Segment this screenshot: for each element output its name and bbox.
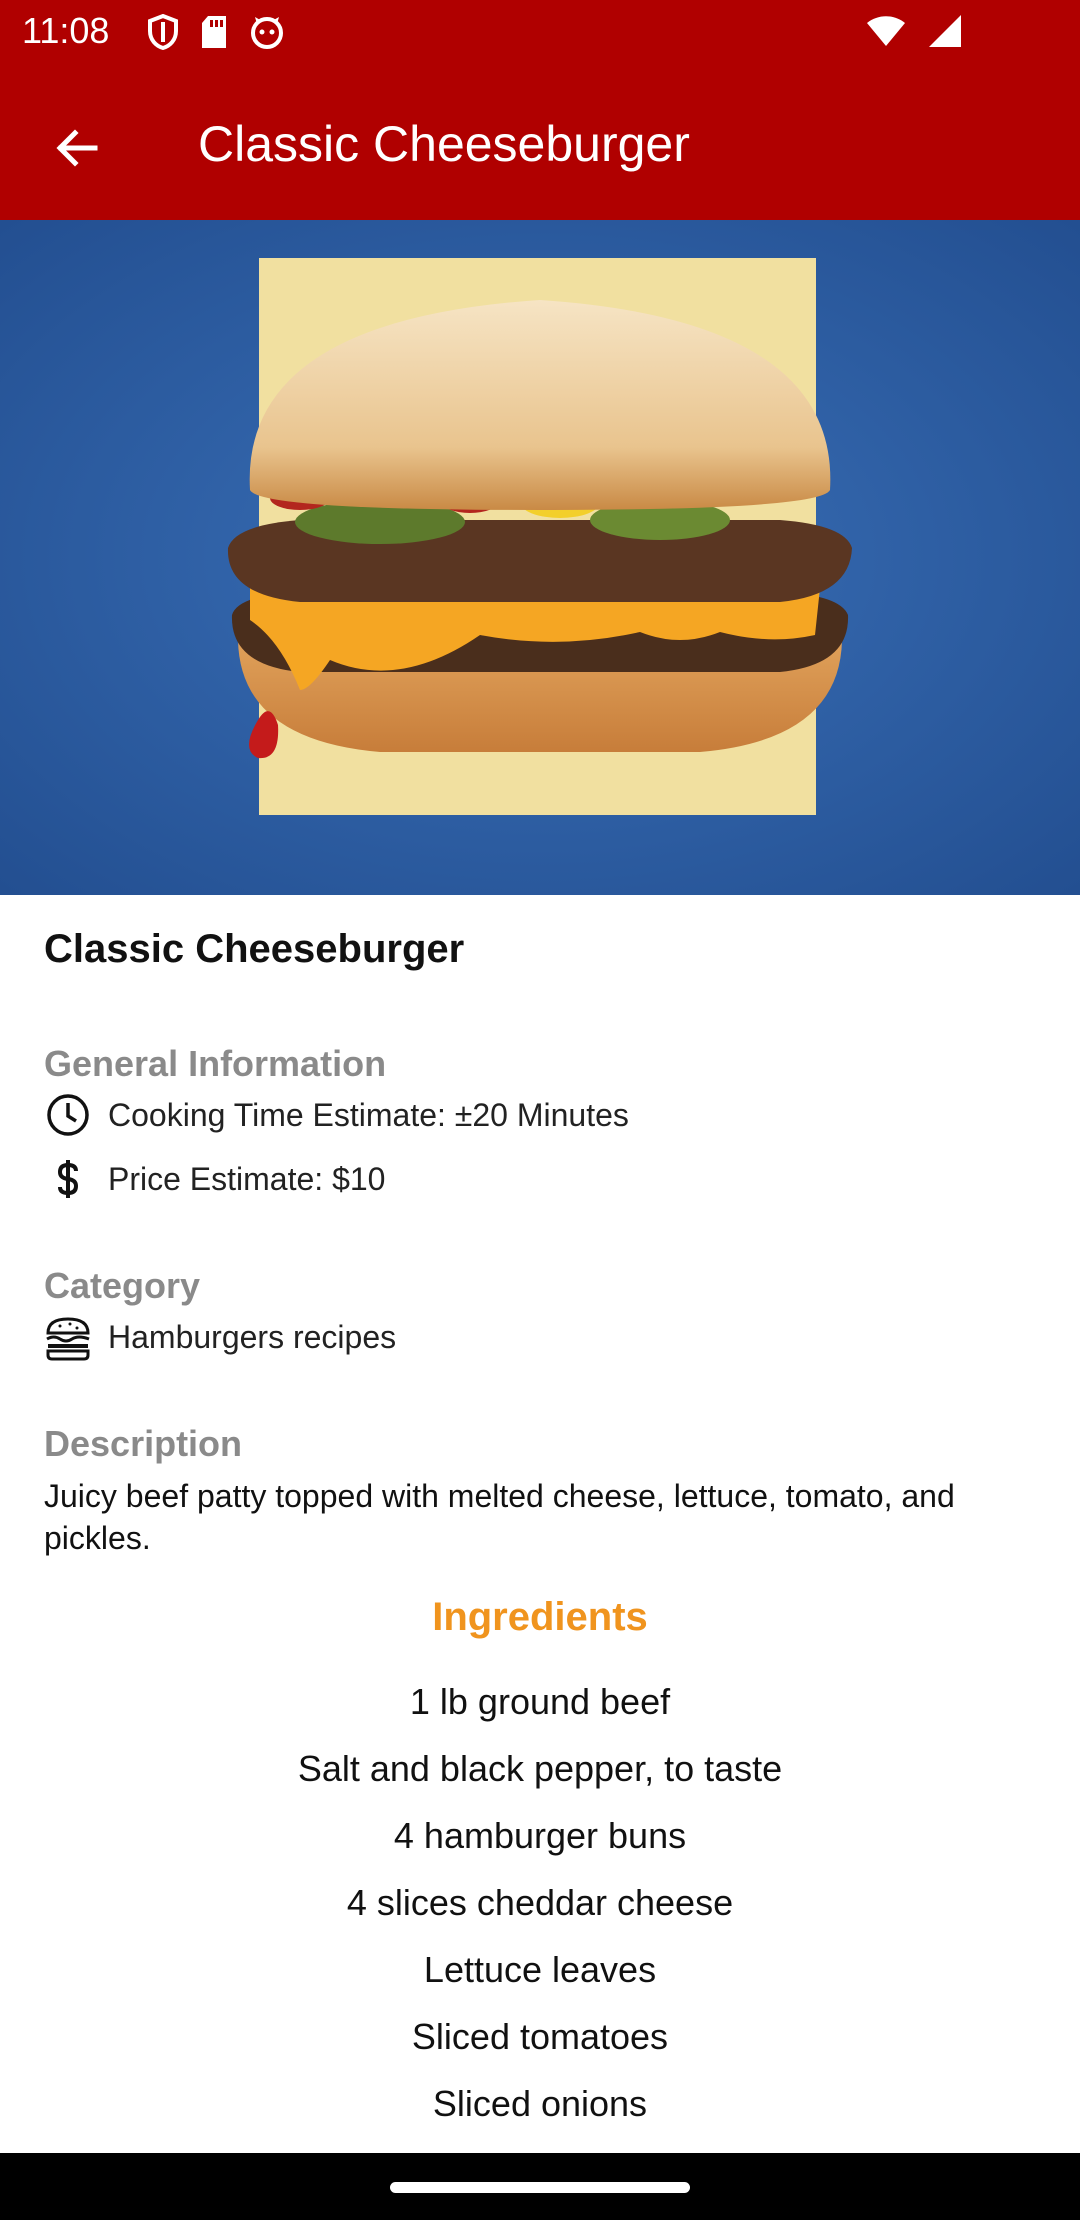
ingredient-item: Sliced onions <box>432 2083 648 2124</box>
wifi-icon <box>866 15 906 52</box>
price-row: Price Estimate: $10 <box>44 1155 385 1203</box>
description-label: Description <box>44 1423 243 1464</box>
sd-card-icon <box>200 15 228 54</box>
status-bar: 11:08 <box>0 0 1080 64</box>
back-button[interactable] <box>46 118 106 178</box>
app-bar-title: Classic Cheeseburger <box>198 116 690 172</box>
signal-icon <box>928 14 962 53</box>
home-gesture-handle[interactable] <box>390 2182 690 2193</box>
price-text: Price Estimate: $10 <box>108 1160 386 1197</box>
ingredient-item: 4 hamburger buns <box>393 1815 687 1856</box>
app-bar: Classic Cheeseburger <box>0 64 1080 220</box>
category-text: Hamburgers recipes <box>108 1318 397 1355</box>
shield-icon <box>148 13 178 55</box>
burger-icon <box>44 1313 92 1361</box>
cheeseburger-illustration <box>0 220 1080 895</box>
ingredient-item: Lettuce leaves <box>423 1949 657 1990</box>
status-time: 11:08 <box>22 10 110 51</box>
general-info-label: General Information <box>44 1043 387 1084</box>
ingredient-item: 1 lb ground beef <box>409 1681 671 1722</box>
ingredient-item: Sliced tomatoes <box>411 2016 669 2057</box>
dollar-icon <box>44 1155 92 1203</box>
description-text: Juicy beef patty topped with melted chee… <box>44 1478 955 1556</box>
category-row: Hamburgers recipes <box>44 1313 396 1361</box>
status-icons-left <box>148 13 284 55</box>
recipe-image <box>0 220 1080 895</box>
system-nav-bar <box>0 2153 1080 2220</box>
status-icons-right <box>866 14 962 53</box>
ingredient-item: 4 slices cheddar cheese <box>346 1882 734 1923</box>
face-icon <box>250 15 284 54</box>
cooking-time-text: Cooking Time Estimate: ±20 Minutes <box>108 1096 629 1133</box>
category-label: Category <box>44 1265 201 1306</box>
ingredient-item: Salt and black pepper, to taste <box>297 1748 783 1789</box>
cooking-time-row: Cooking Time Estimate: ±20 Minutes <box>44 1091 629 1139</box>
arrow-back-icon <box>56 129 98 167</box>
clock-icon <box>44 1091 92 1139</box>
recipe-title: Classic Cheeseburger <box>44 927 465 971</box>
ingredients-title: Ingredients <box>432 1595 648 1639</box>
